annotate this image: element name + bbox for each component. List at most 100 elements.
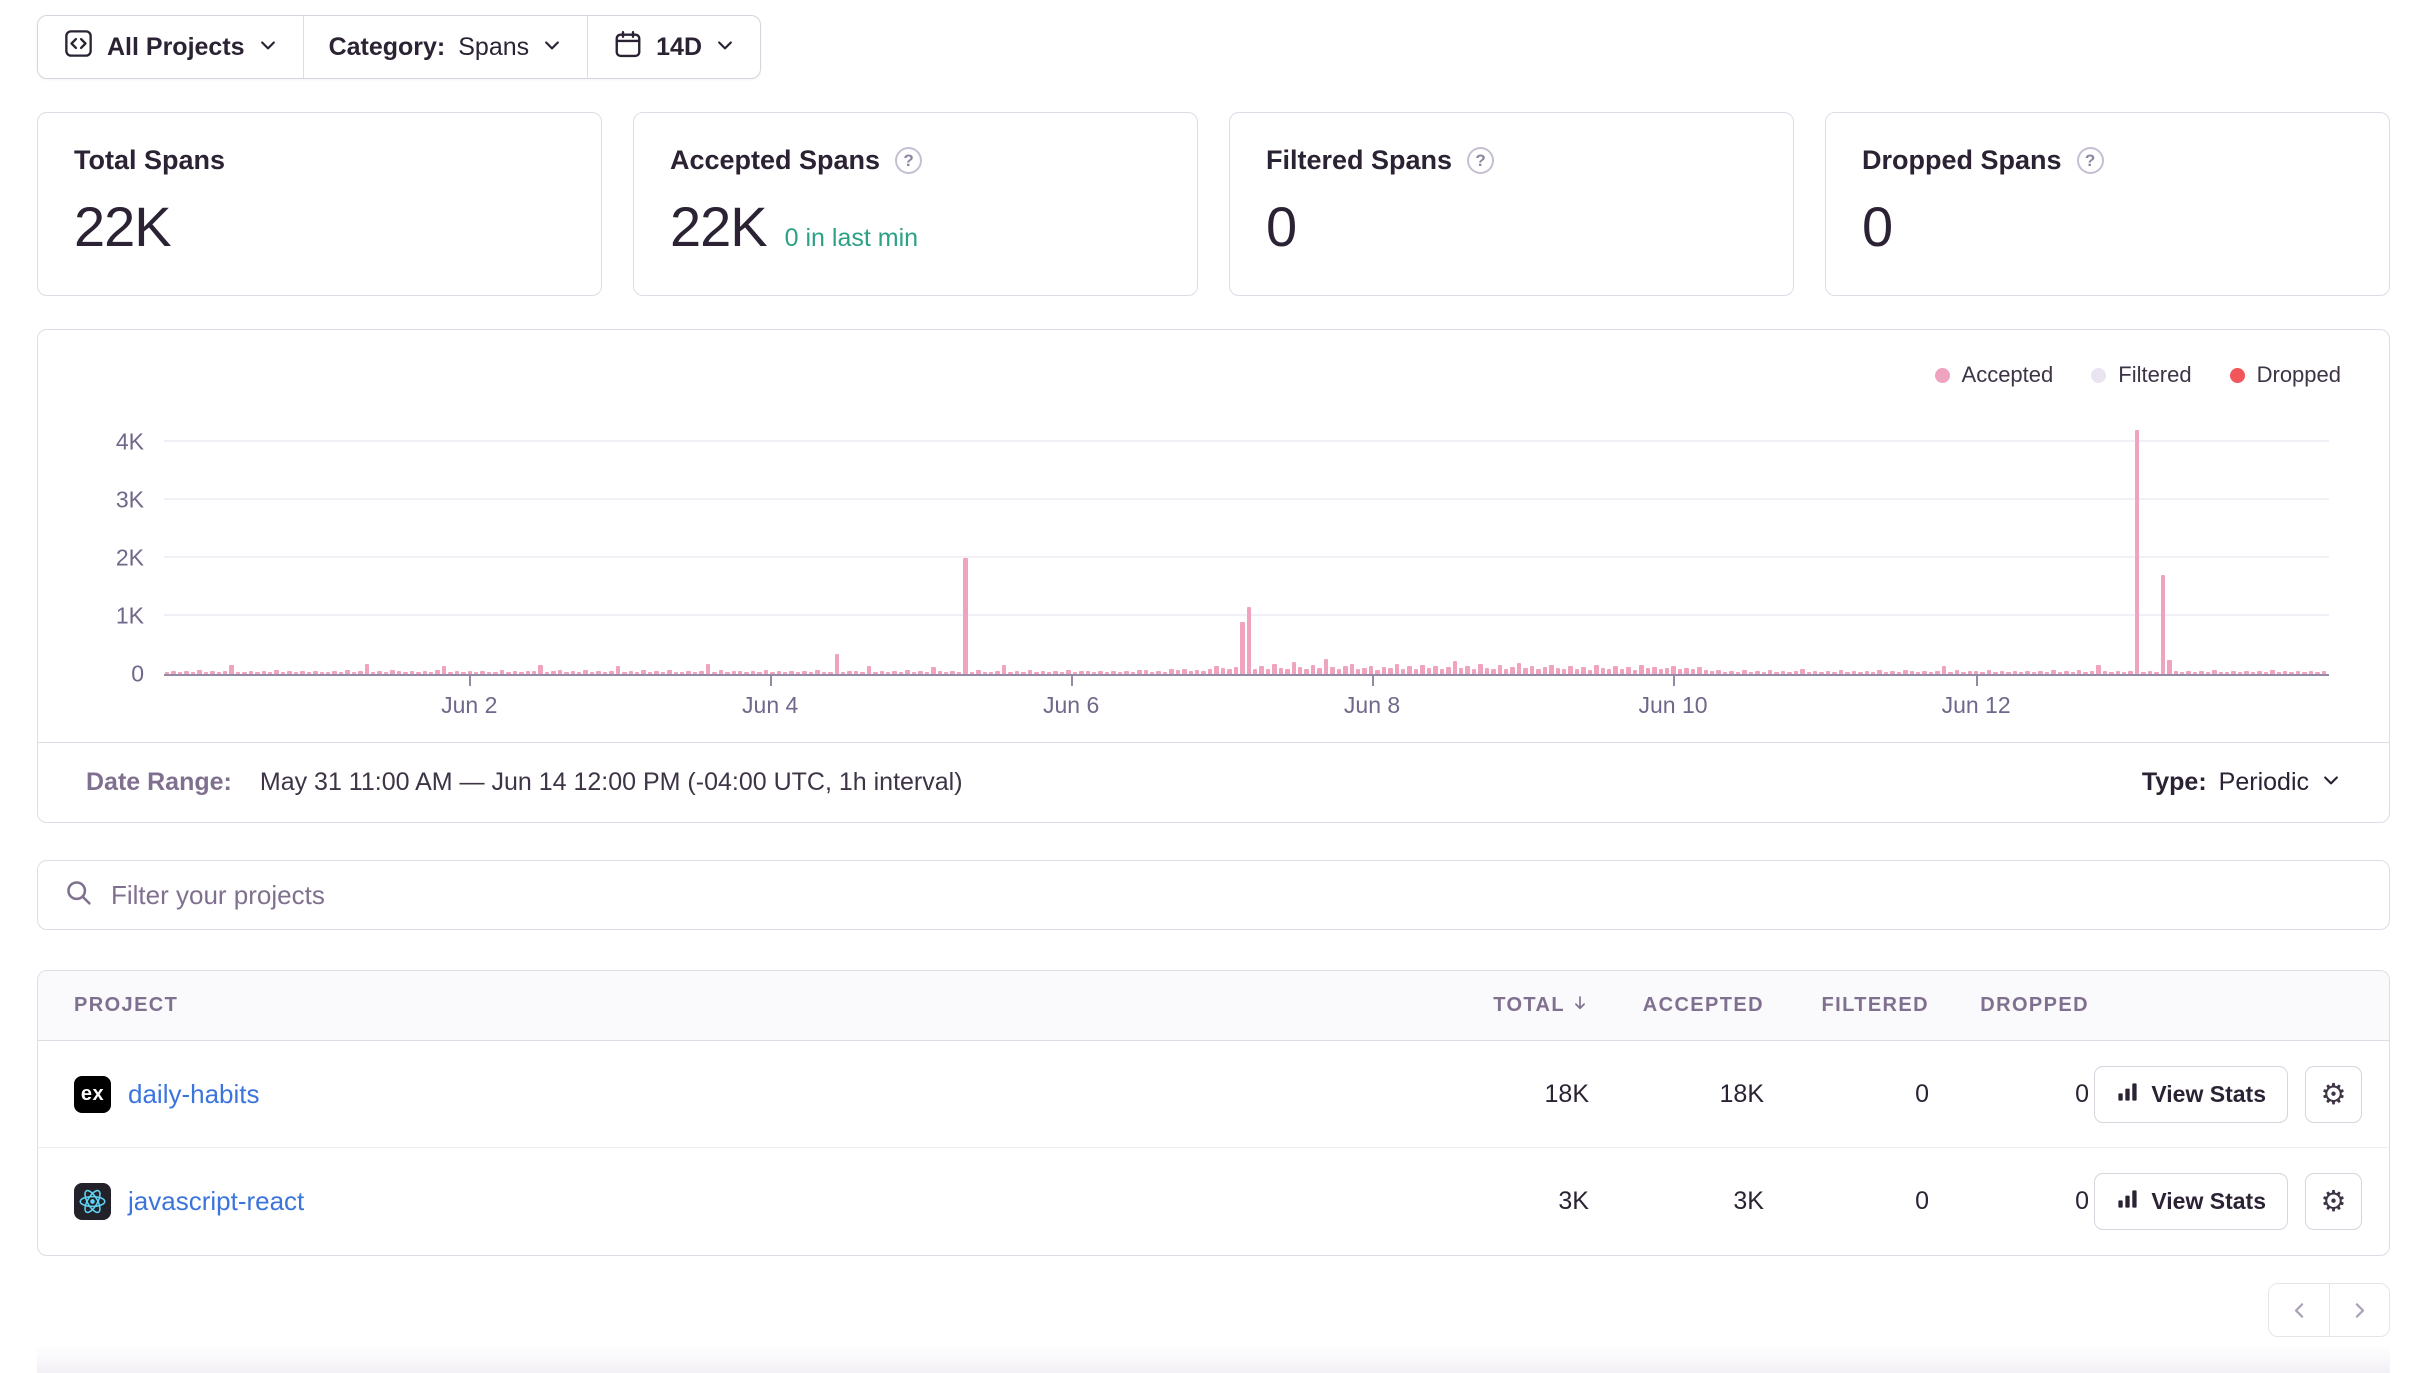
bar xyxy=(738,671,742,674)
project-link[interactable]: javascript-react xyxy=(128,1186,304,1217)
bar xyxy=(828,672,832,674)
bar xyxy=(635,672,639,674)
bar xyxy=(1491,669,1495,675)
legend-label: Filtered xyxy=(2118,362,2191,388)
bar xyxy=(384,672,388,674)
column-header-project[interactable]: PROJECT xyxy=(38,994,1439,1017)
bar xyxy=(732,671,736,674)
bar xyxy=(2264,672,2268,674)
bar xyxy=(712,672,716,674)
project-link[interactable]: daily-habits xyxy=(128,1079,260,1110)
project-settings-button[interactable]: ⚙ xyxy=(2305,1173,2362,1230)
bar xyxy=(1304,669,1308,674)
bar xyxy=(1008,672,1012,674)
card-title: Dropped Spans ? xyxy=(1862,145,2353,176)
bar xyxy=(854,671,858,674)
help-icon[interactable]: ? xyxy=(1467,147,1494,174)
bar xyxy=(1723,672,1727,674)
bar xyxy=(1826,671,1830,674)
projects-filter-button[interactable]: All Projects xyxy=(38,16,303,78)
bar xyxy=(2289,672,2293,674)
date-range-button[interactable]: 14D xyxy=(588,16,760,78)
bar xyxy=(2038,671,2042,674)
bar xyxy=(1549,665,1553,674)
category-filter-button[interactable]: Category: Spans xyxy=(304,16,588,78)
help-icon[interactable]: ? xyxy=(2077,147,2104,174)
bar xyxy=(410,671,414,674)
bar xyxy=(268,672,272,674)
bar xyxy=(1646,668,1650,674)
next-page-button[interactable] xyxy=(2329,1284,2389,1336)
bar xyxy=(1356,669,1360,674)
bar xyxy=(429,672,433,674)
bar xyxy=(2019,672,2023,674)
bar xyxy=(777,671,781,674)
bar xyxy=(397,671,401,674)
search-input[interactable] xyxy=(111,880,2363,911)
bar xyxy=(1594,665,1598,674)
legend-item-accepted[interactable]: Accepted xyxy=(1935,362,2054,388)
view-stats-button[interactable]: View Stats xyxy=(2094,1173,2288,1230)
bar xyxy=(1079,671,1083,674)
bar xyxy=(1858,672,1862,674)
date-range-period-label: 14D xyxy=(656,33,702,62)
bar xyxy=(377,671,381,674)
bar xyxy=(2109,672,2113,674)
bar xyxy=(693,672,697,674)
table-header-row: PROJECT TOTAL ACCEPTED FILTERED DROPPED xyxy=(38,971,2389,1041)
chart-plot: 01K2K3K4KJun 2Jun 4Jun 6Jun 8Jun 10Jun 1… xyxy=(164,426,2329,676)
bar xyxy=(1472,669,1476,674)
bar xyxy=(435,670,439,674)
bar xyxy=(822,672,826,674)
bar xyxy=(867,666,871,674)
bar xyxy=(294,672,298,674)
bar xyxy=(1234,667,1238,674)
bar xyxy=(519,672,523,674)
legend-item-filtered[interactable]: Filtered xyxy=(2091,362,2191,388)
column-header-dropped[interactable]: DROPPED xyxy=(1929,994,2089,1017)
bar xyxy=(815,670,819,674)
bar xyxy=(1118,672,1122,674)
accepted-spans-card: Accepted Spans ? 22K 0 in last min xyxy=(633,112,1198,296)
view-stats-button[interactable]: View Stats xyxy=(2094,1066,2288,1123)
bar xyxy=(2283,671,2287,674)
bar xyxy=(564,672,568,674)
bar xyxy=(532,671,536,674)
column-header-total-label: TOTAL xyxy=(1493,994,1565,1017)
project-settings-button[interactable]: ⚙ xyxy=(2305,1066,2362,1123)
category-filter-value: Spans xyxy=(458,33,529,62)
legend-item-dropped[interactable]: Dropped xyxy=(2230,362,2341,388)
bar xyxy=(1047,672,1051,674)
x-axis-label: Jun 8 xyxy=(1344,692,1400,719)
bar xyxy=(1028,670,1032,674)
column-header-accepted[interactable]: ACCEPTED xyxy=(1589,994,1764,1017)
bar xyxy=(2180,672,2184,674)
bar xyxy=(1626,667,1630,674)
bar xyxy=(1639,665,1643,674)
bar xyxy=(184,671,188,674)
bar xyxy=(1961,672,1965,674)
card-value: 22K xyxy=(670,194,767,259)
help-icon[interactable]: ? xyxy=(895,147,922,174)
bar xyxy=(719,670,723,674)
bar xyxy=(1382,667,1386,674)
column-header-filtered[interactable]: FILTERED xyxy=(1764,994,1929,1017)
bar xyxy=(1768,670,1772,674)
bar xyxy=(1897,672,1901,674)
card-value: 0 xyxy=(1862,194,1892,259)
bar xyxy=(1440,669,1444,674)
x-axis-label: Jun 4 xyxy=(742,692,798,719)
bar xyxy=(596,671,600,674)
y-axis-label: 2K xyxy=(116,545,144,572)
accepted-cell: 3K xyxy=(1589,1187,1764,1216)
bar xyxy=(1620,669,1624,674)
column-header-total[interactable]: TOTAL xyxy=(1439,994,1589,1018)
bar xyxy=(493,672,497,674)
bar xyxy=(1285,669,1289,674)
type-dropdown[interactable]: Type: Periodic xyxy=(2142,768,2341,797)
bar xyxy=(191,672,195,674)
legend-dot xyxy=(1935,368,1950,383)
bar xyxy=(1189,671,1193,674)
previous-page-button[interactable] xyxy=(2269,1284,2329,1336)
bar xyxy=(1221,668,1225,674)
